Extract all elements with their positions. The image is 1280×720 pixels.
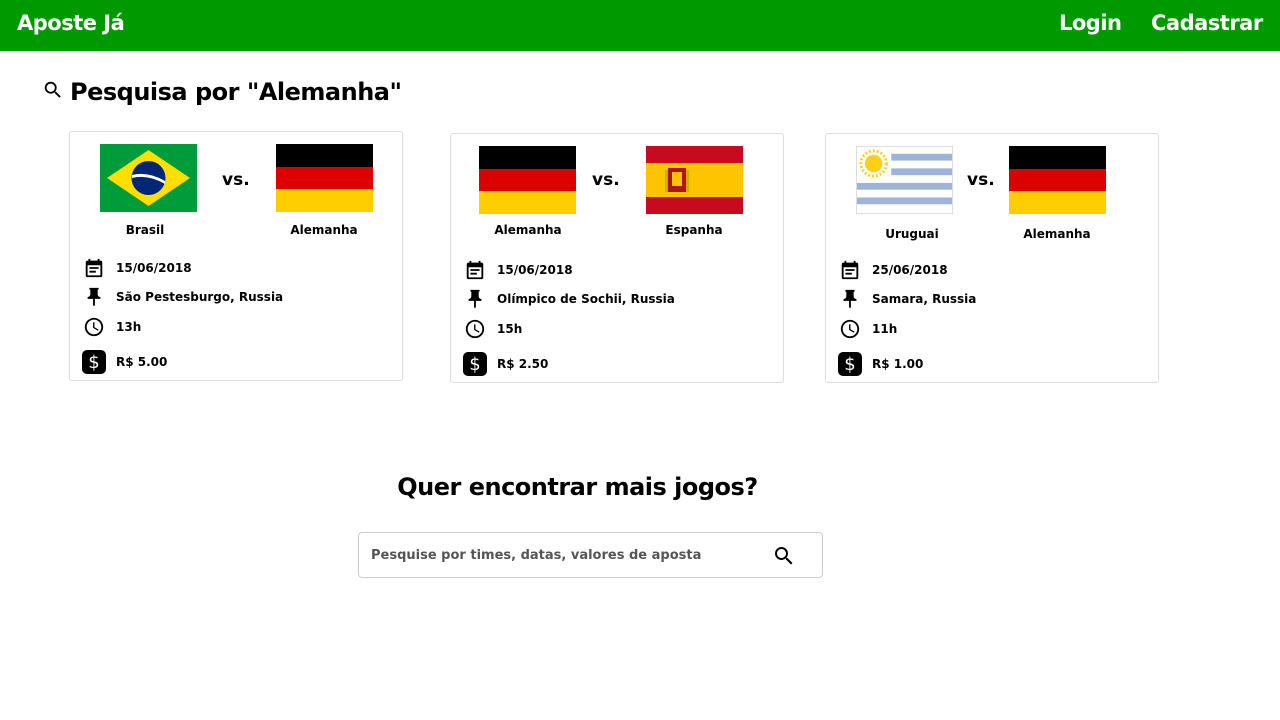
away-team-name: Alemanha [1023, 227, 1091, 241]
versus-label: vs. [967, 170, 995, 190]
match-card[interactable]: vs. Alemanha Espanha 15/06/2018 Olímpico… [450, 133, 784, 383]
signup-link[interactable]: Cadastrar [1151, 11, 1263, 35]
search-icon [42, 79, 64, 105]
match-venue: Olímpico de Sochii, Russia [497, 292, 675, 306]
pin-icon [82, 285, 106, 309]
match-date-row: 15/06/2018 [463, 258, 573, 282]
versus-label: vs. [592, 170, 620, 190]
top-nav-bar: Aposte Já Login Cadastrar [0, 0, 1280, 51]
match-bet-row: $ R$ 2.50 [463, 352, 548, 376]
calendar-icon [838, 258, 862, 282]
match-venue: Samara, Russia [872, 292, 977, 306]
germany-flag-icon [479, 146, 576, 214]
brand-logo-text[interactable]: Aposte Já [17, 11, 125, 35]
match-date-row: 25/06/2018 [838, 258, 948, 282]
match-bet-value: R$ 2.50 [497, 357, 549, 371]
search-input[interactable] [359, 533, 759, 577]
match-venue-row: Samara, Russia [838, 287, 976, 311]
home-team-name: Brasil [125, 223, 165, 237]
match-time: 15h [497, 322, 523, 336]
match-time: 13h [116, 320, 142, 334]
dollar-icon: $ [463, 352, 487, 376]
more-games-heading: Quer encontrar mais jogos? [397, 473, 758, 501]
match-bet-row: $ R$ 5.00 [82, 350, 167, 374]
away-team-name: Espanha [665, 223, 723, 237]
match-venue-row: São Pestesburgo, Russia [82, 285, 283, 309]
pin-icon [463, 287, 487, 311]
match-venue: São Pestesburgo, Russia [116, 290, 284, 304]
pin-icon [838, 287, 862, 311]
match-date: 15/06/2018 [497, 263, 573, 277]
away-team-name: Alemanha [290, 223, 358, 237]
calendar-icon [463, 258, 487, 282]
match-time-row: 15h [463, 317, 522, 341]
match-card[interactable]: vs. Uruguai Alemanha 25/06/2018 Samara, … [825, 133, 1159, 383]
login-link[interactable]: Login [1059, 11, 1122, 35]
clock-icon [463, 317, 487, 341]
match-date: 15/06/2018 [116, 261, 192, 275]
match-bet-value: R$ 5.00 [116, 355, 168, 369]
search-icon[interactable] [772, 544, 796, 568]
clock-icon [82, 315, 106, 339]
match-venue-row: Olímpico de Sochii, Russia [463, 287, 675, 311]
search-result-title: Pesquisa por "Alemanha" [70, 78, 402, 106]
match-card[interactable]: vs. Brasil Alemanha 15/06/2018 São Peste… [69, 131, 403, 381]
calendar-icon [82, 256, 106, 280]
search-bar [358, 532, 823, 578]
germany-flag-icon [1009, 146, 1106, 214]
match-time: 11h [872, 322, 898, 336]
match-time-row: 11h [838, 317, 897, 341]
home-team-name: Uruguai [885, 227, 939, 241]
brazil-flag-icon [100, 144, 197, 212]
dollar-icon: $ [838, 352, 862, 376]
versus-label: vs. [222, 170, 250, 190]
germany-flag-icon [276, 144, 373, 212]
uruguay-flag-icon [856, 146, 953, 214]
match-date-row: 15/06/2018 [82, 256, 192, 280]
match-date: 25/06/2018 [872, 263, 948, 277]
clock-icon [838, 317, 862, 341]
match-bet-value: R$ 1.00 [872, 357, 924, 371]
home-team-name: Alemanha [494, 223, 562, 237]
match-bet-row: $ R$ 1.00 [838, 352, 923, 376]
search-result-heading: Pesquisa por "Alemanha" [42, 78, 402, 106]
match-time-row: 13h [82, 315, 141, 339]
spain-flag-icon [646, 146, 743, 214]
dollar-icon: $ [82, 350, 106, 374]
